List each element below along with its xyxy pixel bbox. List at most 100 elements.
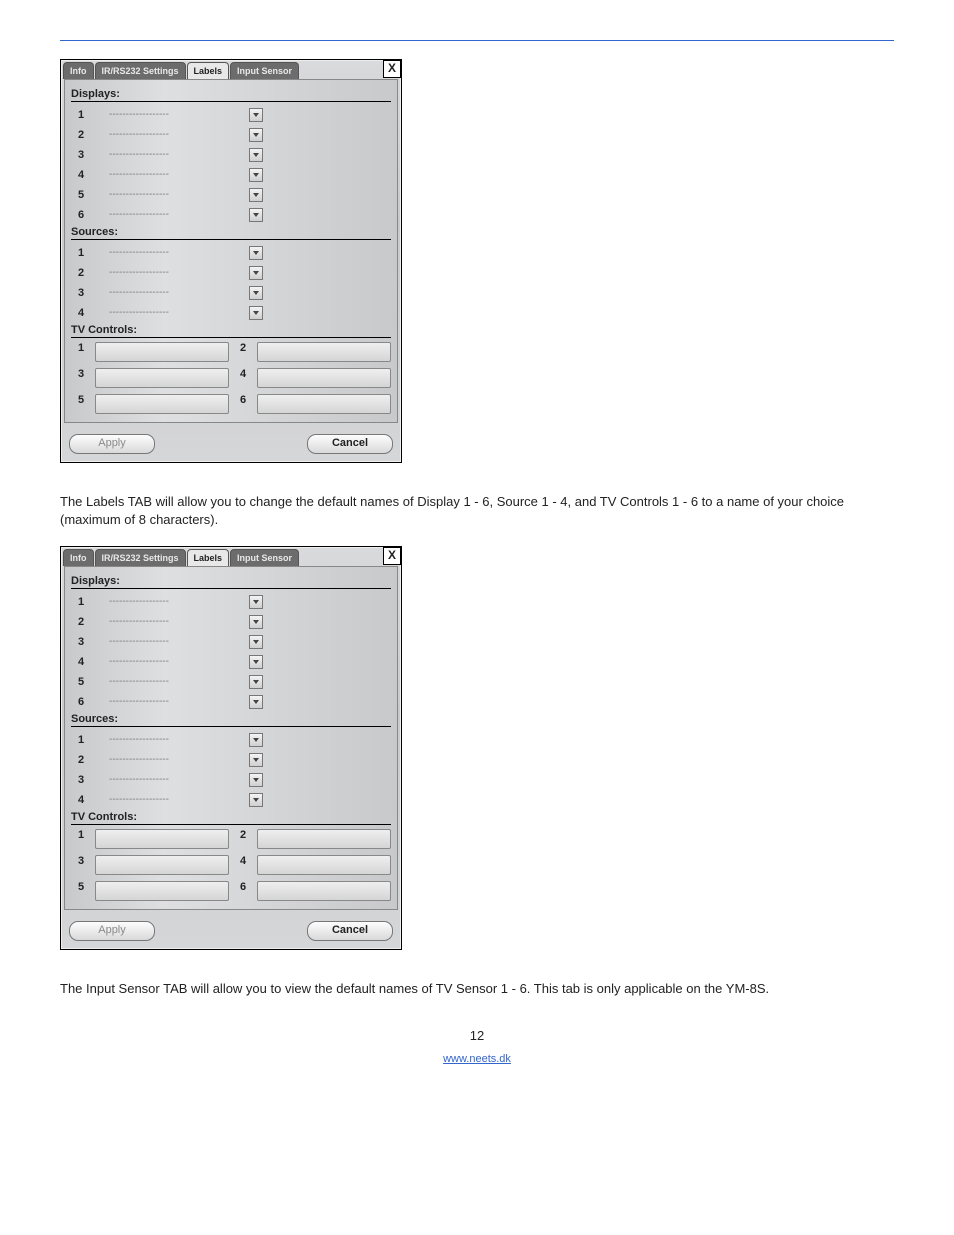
- chevron-down-icon[interactable]: [249, 773, 263, 787]
- chevron-down-icon[interactable]: [249, 675, 263, 689]
- displays-heading: Displays:: [71, 88, 391, 102]
- row-number: 5: [71, 881, 91, 901]
- tv-control-field[interactable]: [95, 855, 229, 875]
- row-number: 1: [71, 342, 91, 362]
- list-row: 4 ------------------: [71, 304, 391, 322]
- tab-sensor[interactable]: Input Sensor: [230, 62, 299, 79]
- row-number: 2: [71, 129, 91, 141]
- footer-link[interactable]: www.neets.dk: [0, 1053, 954, 1065]
- tv-control-field[interactable]: [257, 855, 391, 875]
- label-field[interactable]: ------------------: [109, 656, 219, 668]
- chevron-down-icon[interactable]: [249, 108, 263, 122]
- row-number: 4: [71, 656, 91, 668]
- tab-sensor[interactable]: Input Sensor: [230, 549, 299, 566]
- label-field[interactable]: ------------------: [109, 169, 219, 181]
- chevron-down-icon[interactable]: [249, 793, 263, 807]
- tv-control-field[interactable]: [95, 368, 229, 388]
- chevron-down-icon[interactable]: [249, 286, 263, 300]
- chevron-down-icon[interactable]: [249, 695, 263, 709]
- label-field[interactable]: ------------------: [109, 616, 219, 628]
- list-row: 3------------------: [71, 146, 391, 164]
- label-field[interactable]: ------------------: [109, 209, 219, 221]
- close-icon[interactable]: X: [383, 60, 401, 78]
- list-row: 4 ------------------: [71, 791, 391, 809]
- label-field[interactable]: ------------------: [109, 676, 219, 688]
- chevron-down-icon[interactable]: [249, 188, 263, 202]
- tab-ir[interactable]: IR/RS232 Settings: [95, 549, 186, 566]
- chevron-down-icon[interactable]: [249, 266, 263, 280]
- tv-control-field[interactable]: [257, 342, 391, 362]
- chevron-down-icon[interactable]: [249, 208, 263, 222]
- label-field[interactable]: ------------------: [109, 774, 219, 786]
- list-row: 1------------------: [71, 106, 391, 124]
- list-row: 1 ------------------: [71, 244, 391, 262]
- tab-labels[interactable]: Labels: [187, 549, 230, 566]
- tv-control-field[interactable]: [95, 829, 229, 849]
- chevron-down-icon[interactable]: [249, 148, 263, 162]
- label-field[interactable]: ------------------: [109, 149, 219, 161]
- chevron-down-icon[interactable]: [249, 655, 263, 669]
- chevron-down-icon[interactable]: [249, 753, 263, 767]
- chevron-down-icon[interactable]: [249, 615, 263, 629]
- tab-info[interactable]: Info: [63, 549, 94, 566]
- chevron-down-icon[interactable]: [249, 168, 263, 182]
- label-field[interactable]: ------------------: [109, 636, 219, 648]
- chevron-down-icon[interactable]: [249, 595, 263, 609]
- label-field[interactable]: ------------------: [109, 189, 219, 201]
- close-icon[interactable]: X: [383, 547, 401, 565]
- cancel-button[interactable]: Cancel: [307, 434, 393, 454]
- row-number: 5: [71, 189, 91, 201]
- tv-control-field[interactable]: [257, 394, 391, 414]
- tab-labels[interactable]: Labels: [187, 62, 230, 79]
- label-field[interactable]: ------------------: [109, 129, 219, 141]
- tv-grid: 123456: [71, 829, 391, 901]
- row-number: 5: [71, 394, 91, 414]
- cancel-button[interactable]: Cancel: [307, 921, 393, 941]
- chevron-down-icon[interactable]: [249, 635, 263, 649]
- tv-control-field[interactable]: [257, 368, 391, 388]
- label-field[interactable]: ------------------: [109, 696, 219, 708]
- list-row: 5------------------: [71, 673, 391, 691]
- tv-control-field[interactable]: [257, 829, 391, 849]
- label-field[interactable]: ------------------: [109, 596, 219, 608]
- row-number: 3: [71, 774, 91, 786]
- tv-control-field[interactable]: [95, 394, 229, 414]
- label-field[interactable]: ------------------: [109, 109, 219, 121]
- apply-button[interactable]: Apply: [69, 921, 155, 941]
- row-number: 4: [233, 368, 253, 388]
- chevron-down-icon[interactable]: [249, 128, 263, 142]
- chevron-down-icon[interactable]: [249, 306, 263, 320]
- sensor-description: The Input Sensor TAB will allow you to v…: [60, 980, 894, 998]
- label-field[interactable]: ------------------: [109, 287, 219, 299]
- row-number: 4: [71, 307, 91, 319]
- chevron-down-icon[interactable]: [249, 246, 263, 260]
- labels-description: The Labels TAB will allow you to change …: [60, 493, 894, 528]
- row-number: 1: [71, 596, 91, 608]
- chevron-down-icon[interactable]: [249, 733, 263, 747]
- label-field[interactable]: ------------------: [109, 794, 219, 806]
- tv-control-field[interactable]: [95, 342, 229, 362]
- dialog-buttons: Apply Cancel: [61, 913, 401, 949]
- tv-control-field[interactable]: [257, 881, 391, 901]
- label-field[interactable]: ------------------: [109, 247, 219, 259]
- row-number: 3: [71, 368, 91, 388]
- label-field[interactable]: ------------------: [109, 267, 219, 279]
- list-row: 3------------------: [71, 284, 391, 302]
- row-number: 1: [71, 829, 91, 849]
- row-number: 2: [71, 616, 91, 628]
- row-number: 1: [71, 247, 91, 259]
- label-field[interactable]: ------------------: [109, 734, 219, 746]
- tv-control-field[interactable]: [95, 881, 229, 901]
- list-row: 2 ------------------: [71, 613, 391, 631]
- list-row: 2 ------------------: [71, 126, 391, 144]
- list-row: 1 ------------------: [71, 593, 391, 611]
- label-field[interactable]: ------------------: [109, 754, 219, 766]
- list-row: 4------------------: [71, 166, 391, 184]
- tab-info[interactable]: Info: [63, 62, 94, 79]
- row-number: 4: [71, 794, 91, 806]
- apply-button[interactable]: Apply: [69, 434, 155, 454]
- row-number: 3: [71, 855, 91, 875]
- tab-ir[interactable]: IR/RS232 Settings: [95, 62, 186, 79]
- label-field[interactable]: ------------------: [109, 307, 219, 319]
- row-number: 1: [71, 734, 91, 746]
